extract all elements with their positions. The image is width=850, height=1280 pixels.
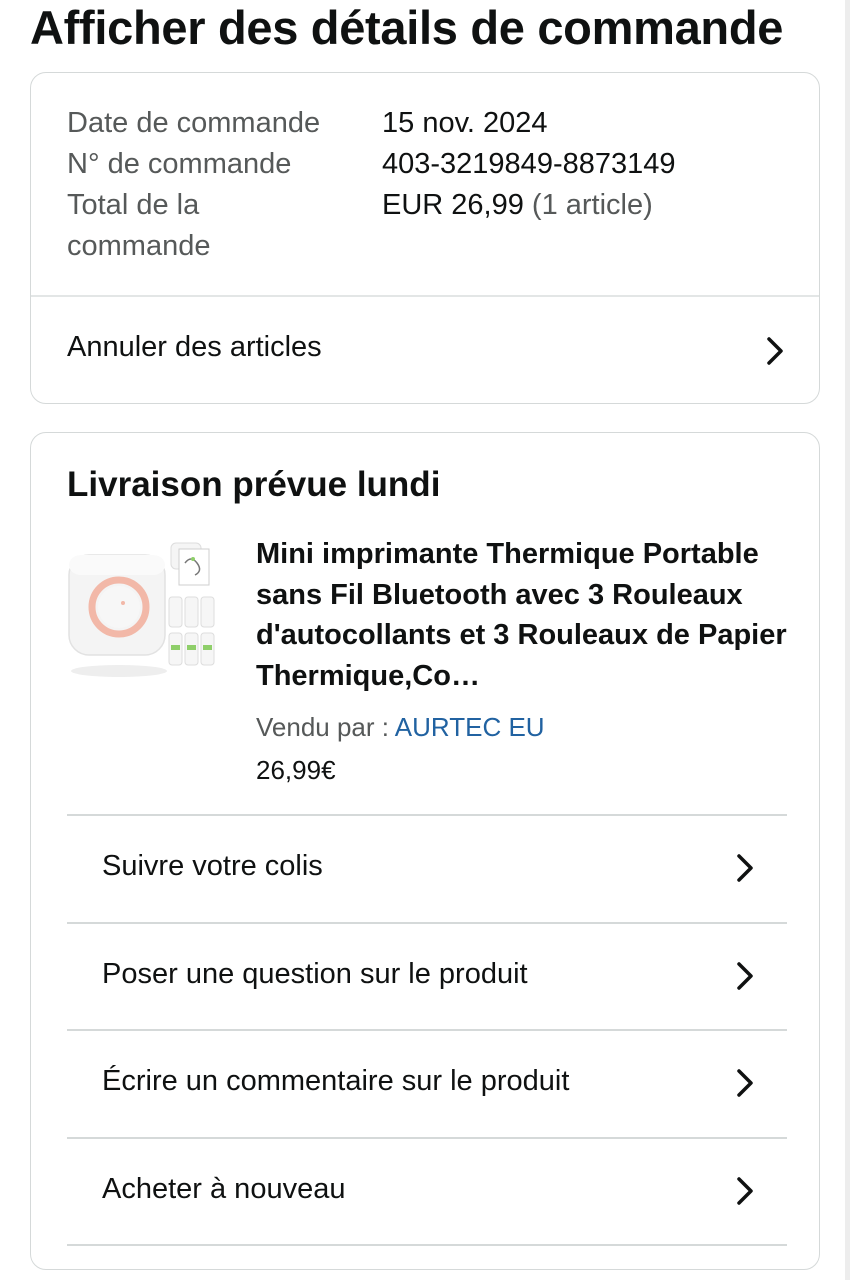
delivery-title: Livraison prévue lundi [67,465,441,504]
order-date-row: Date de commande 15 nov. 2024 [67,103,787,144]
sold-by: Vendu par : AURTEC EU [256,709,545,745]
chevron-right-icon [767,337,783,365]
seller-link[interactable]: AURTEC EU [395,712,545,742]
order-total-row: Total de la commande EUR 26,99 (1 articl… [67,185,787,267]
buy-again-label: Acheter à nouveau [102,1172,346,1205]
order-date-value: 15 nov. 2024 [382,107,548,139]
sold-by-label: Vendu par : [256,712,395,742]
order-date-label: Date de commande [67,107,321,139]
page-title: Afficher des détails de commande [30,1,784,54]
cancel-items-button[interactable]: Annuler des articles [31,297,819,403]
ask-question-button[interactable]: Poser une question sur le produit [67,921,787,1030]
buy-again-button[interactable]: Acheter à nouveau [67,1136,787,1246]
product-image[interactable] [67,541,219,681]
track-package-label: Suivre votre colis [102,850,323,882]
write-review-label: Écrire un commentaire sur le produit [102,1065,570,1097]
order-number-row: N° de commande 403-3219849-8873149 [67,144,787,185]
product-price: 26,99€ [256,755,336,785]
chevron-right-icon [737,1069,753,1097]
chevron-right-icon [737,961,753,990]
write-review-button[interactable]: Écrire un commentaire sur le produit [67,1029,787,1137]
order-total-label-line2: commande [67,230,211,262]
scrollbar-track[interactable] [845,0,850,1280]
order-total-value: EUR 26,99 [382,189,524,221]
order-summary-grid: Date de commande 15 nov. 2024 N° de comm… [67,103,787,267]
order-number-value: 403-3219849-8873149 [382,148,676,180]
chevron-right-icon [737,854,753,882]
delivery-card: Livraison prévue lundi Mini imprimante T… [30,432,820,1270]
delivery-action-list: Suivre votre colis Poser une question su… [67,814,787,1246]
order-total-label: Total de la commande [67,185,382,267]
order-details-page: Afficher des détails de commande Date de… [0,0,850,1280]
ask-question-label: Poser une question sur le produit [102,957,528,990]
order-summary-card: Date de commande 15 nov. 2024 N° de comm… [30,72,820,404]
track-package-button[interactable]: Suivre votre colis [67,814,787,922]
order-total-value-group: EUR 26,99 (1 article) [382,185,653,267]
product-title-link[interactable]: Mini imprimante Thermique Portable sans … [256,534,791,696]
cancel-items-label: Annuler des articles [67,331,322,363]
order-total-label-line1: Total de la [67,189,200,221]
chevron-right-icon [737,1176,753,1205]
order-number-label: N° de commande [67,148,292,180]
order-item-count: (1 article) [531,189,653,221]
